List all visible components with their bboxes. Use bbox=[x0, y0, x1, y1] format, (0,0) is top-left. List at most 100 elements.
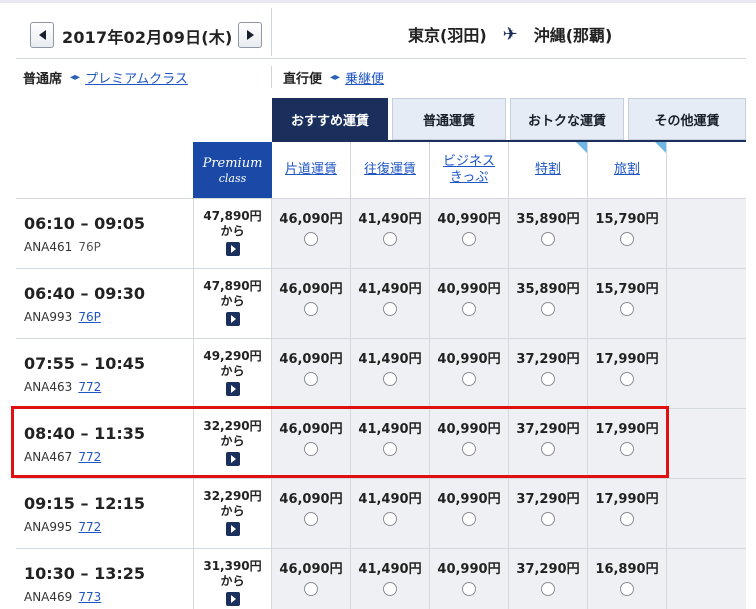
arrow-right-icon[interactable] bbox=[225, 522, 240, 536]
fare-cell: 35,890円 bbox=[509, 199, 588, 268]
switch-arrows-icon: ◂▸ bbox=[330, 72, 341, 83]
aircraft-type[interactable]: 772 bbox=[78, 520, 101, 534]
connecting-flights-link[interactable]: 乗継便 bbox=[345, 68, 384, 87]
flight-row: 06:40 – 09:30 ANA993 76P 47,890円 から 46,090円 41… bbox=[16, 268, 746, 338]
arrow-right-icon[interactable] bbox=[225, 382, 240, 396]
fare-cell: 46,090円 bbox=[272, 199, 351, 268]
fare-price: 41,490円 bbox=[358, 422, 422, 437]
fare-price: 41,490円 bbox=[358, 352, 422, 367]
fare-radio[interactable] bbox=[541, 372, 555, 386]
fare-price: 46,090円 bbox=[279, 352, 343, 367]
fare-radio[interactable] bbox=[383, 582, 397, 596]
fare-price: 40,990円 bbox=[437, 212, 501, 227]
fare-radio[interactable] bbox=[541, 442, 555, 456]
fare-header-tabiwari[interactable]: 旅割 bbox=[588, 142, 667, 198]
fare-radio[interactable] bbox=[620, 302, 634, 316]
fare-radio[interactable] bbox=[462, 582, 476, 596]
fare-cell: 41,490円 bbox=[351, 479, 430, 548]
fare-cell: 35,890円 bbox=[509, 269, 588, 338]
price-from-label: から bbox=[220, 434, 245, 448]
fare-radio[interactable] bbox=[383, 442, 397, 456]
tab-other-fares[interactable]: その他運賃 bbox=[628, 98, 746, 140]
fare-radio[interactable] bbox=[462, 372, 476, 386]
fare-header-business-ticket[interactable]: ビジネス きっぷ bbox=[430, 142, 509, 198]
fare-header-round-trip[interactable]: 往復運賃 bbox=[351, 142, 430, 198]
aircraft-type[interactable]: 76P bbox=[78, 310, 101, 324]
aircraft-type[interactable]: 772 bbox=[78, 380, 101, 394]
fare-price: 40,990円 bbox=[437, 352, 501, 367]
fare-radio[interactable] bbox=[462, 512, 476, 526]
arrow-right-icon[interactable] bbox=[225, 242, 240, 256]
price-from-label: から bbox=[220, 364, 245, 378]
fare-radio[interactable] bbox=[304, 302, 318, 316]
arrow-right-icon[interactable] bbox=[225, 452, 240, 466]
premium-fare-cell: 47,890円 から bbox=[193, 199, 272, 268]
flight-info: ANA461 76P bbox=[24, 240, 101, 254]
fare-price: 46,090円 bbox=[279, 562, 343, 577]
price-from-label: から bbox=[220, 294, 245, 308]
fare-radio[interactable] bbox=[541, 302, 555, 316]
fare-radio[interactable] bbox=[383, 512, 397, 526]
fare-price: 40,990円 bbox=[437, 492, 501, 507]
tab-recommended-fares[interactable]: おすすめ運賃 bbox=[272, 98, 388, 140]
fare-header-one-way[interactable]: 片道運賃 bbox=[272, 142, 351, 198]
arrow-right-icon[interactable] bbox=[225, 312, 240, 326]
fare-cell: 40,990円 bbox=[430, 409, 509, 478]
discount-corner-marker bbox=[576, 142, 587, 153]
fare-radio[interactable] bbox=[462, 302, 476, 316]
fare-radio[interactable] bbox=[304, 512, 318, 526]
flight-number: ANA467 bbox=[24, 450, 73, 464]
fare-radio[interactable] bbox=[541, 582, 555, 596]
departure-arrival-times: 07:55 – 10:45 bbox=[24, 354, 145, 373]
premium-label: Premium bbox=[202, 155, 263, 171]
fare-cell: 37,290円 bbox=[509, 549, 588, 609]
fare-price: 46,090円 bbox=[279, 492, 343, 507]
fare-radio[interactable] bbox=[304, 232, 318, 246]
flight-time-cell: 10:30 – 13:25 ANA469 773 bbox=[16, 549, 193, 609]
flight-row: 07:55 – 10:45 ANA463 772 49,290円 から 46,090円 41… bbox=[16, 338, 746, 408]
fare-radio[interactable] bbox=[462, 442, 476, 456]
premium-fare-cell: 31,390円 から bbox=[193, 549, 272, 609]
fare-radio[interactable] bbox=[383, 302, 397, 316]
fare-price: 15,790円 bbox=[595, 282, 659, 297]
fare-radio[interactable] bbox=[304, 372, 318, 386]
tab-standard-fares[interactable]: 普通運賃 bbox=[392, 98, 506, 140]
premium-price: 32,290円 bbox=[203, 489, 262, 503]
fare-price: 41,490円 bbox=[358, 492, 422, 507]
arrow-right-icon[interactable] bbox=[225, 592, 240, 606]
premium-fare-cell: 49,290円 から bbox=[193, 339, 272, 408]
fare-cell: 41,490円 bbox=[351, 409, 430, 478]
fare-radio[interactable] bbox=[383, 232, 397, 246]
current-seat-class: 普通席 bbox=[23, 72, 63, 87]
next-day-button[interactable] bbox=[238, 22, 262, 48]
empty-cell bbox=[667, 339, 746, 408]
tab-discount-fares[interactable]: おトクな運賃 bbox=[510, 98, 624, 140]
fare-radio[interactable] bbox=[620, 582, 634, 596]
fare-radio[interactable] bbox=[620, 442, 634, 456]
aircraft-type: 76P bbox=[78, 240, 101, 254]
fare-radio[interactable] bbox=[462, 232, 476, 246]
previous-day-button[interactable] bbox=[30, 22, 54, 48]
fare-cell: 46,090円 bbox=[272, 549, 351, 609]
fare-radio[interactable] bbox=[304, 582, 318, 596]
fare-radio[interactable] bbox=[541, 232, 555, 246]
date-navigator: 2017年02月09日(木) bbox=[16, 18, 268, 54]
premium-price: 47,890円 bbox=[203, 279, 262, 293]
flight-number: ANA463 bbox=[24, 380, 73, 394]
fare-radio[interactable] bbox=[541, 512, 555, 526]
fare-radio[interactable] bbox=[383, 372, 397, 386]
fare-cell: 40,990円 bbox=[430, 269, 509, 338]
fare-price: 35,890円 bbox=[516, 212, 580, 227]
fare-header-label: 片道運賃 bbox=[284, 162, 337, 177]
premium-class-link[interactable]: プレミアムクラス bbox=[85, 68, 188, 87]
fare-radio[interactable] bbox=[620, 232, 634, 246]
aircraft-type[interactable]: 772 bbox=[78, 450, 101, 464]
fare-radio[interactable] bbox=[620, 512, 634, 526]
fare-header-label: 往復運賃 bbox=[363, 162, 416, 177]
fare-radio[interactable] bbox=[304, 442, 318, 456]
flight-number: ANA469 bbox=[24, 590, 73, 604]
fare-radio[interactable] bbox=[620, 372, 634, 386]
aircraft-type[interactable]: 773 bbox=[78, 590, 101, 604]
fare-header-tokuwari[interactable]: 特割 bbox=[509, 142, 588, 198]
fare-cell: 40,990円 bbox=[430, 479, 509, 548]
